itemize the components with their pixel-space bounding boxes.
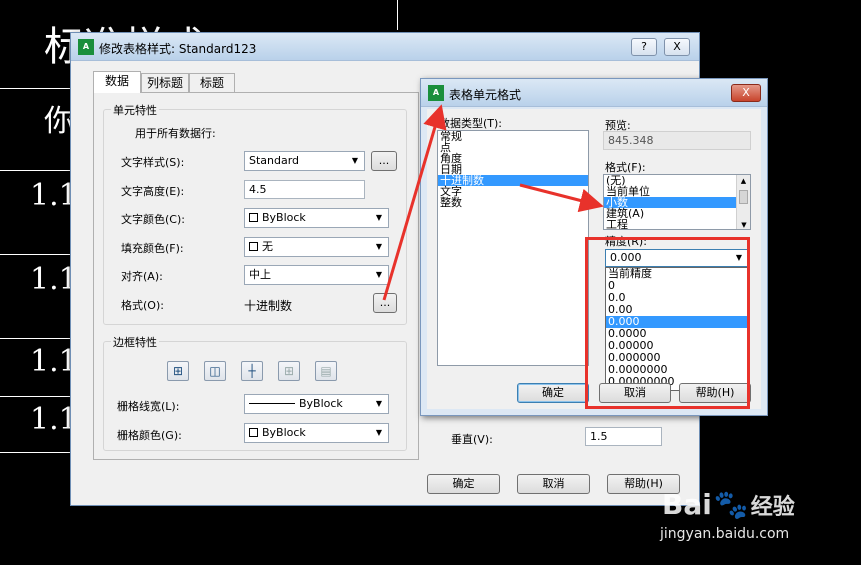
close-title-button[interactable]: X	[731, 84, 761, 102]
fill-color-combo[interactable]: 无 ▼	[244, 237, 389, 257]
text-color-combo[interactable]: ByBlock ▼	[244, 208, 389, 228]
main-titlebar[interactable]: A 修改表格样式: Standard123 ? X	[71, 33, 699, 61]
grid-lineweight-label: 栅格线宽(L):	[117, 400, 180, 413]
watermark-url: jingyan.baidu.com	[660, 526, 790, 542]
format-list[interactable]: (无) 当前单位 小数 建筑(A) 工程 ▲ ▼	[603, 174, 751, 230]
align-value: 中上	[249, 268, 271, 281]
text-height-label: 文字高度(E):	[121, 185, 185, 198]
baidu-jingyan-text: 经验	[750, 495, 795, 520]
format-value: 十进制数	[244, 299, 293, 313]
tab-column-header[interactable]: 列标题	[141, 73, 189, 93]
fill-color-label: 填充颜色(F):	[121, 242, 184, 255]
chevron-down-icon: ▼	[351, 156, 359, 165]
chevron-down-icon: ▼	[375, 213, 383, 222]
chevron-down-icon: ▼	[375, 270, 383, 279]
scroll-up-icon[interactable]: ▲	[737, 175, 750, 187]
text-height-field[interactable]: 4.5	[244, 180, 365, 199]
format-item[interactable]: 工程	[604, 219, 750, 229]
no-borders-icon[interactable]: ⊞	[278, 361, 300, 381]
cancel-button[interactable]: 取消	[517, 474, 590, 494]
scroll-down-icon[interactable]: ▼	[737, 219, 750, 229]
datatype-label: 数据类型(T):	[439, 117, 503, 130]
outside-borders-icon[interactable]: ◫	[204, 361, 226, 381]
format-browse-button[interactable]: ...	[373, 293, 397, 313]
datatype-item[interactable]: 常规	[438, 131, 588, 142]
tab-title[interactable]: 标题	[189, 73, 235, 93]
autocad-app-icon: A	[78, 39, 94, 55]
inside-borders-icon[interactable]: ┼	[241, 361, 263, 381]
chevron-down-icon: ▼	[375, 428, 383, 437]
bottom-border-icon[interactable]: ▤	[315, 361, 337, 381]
annotation-highlight-box	[585, 237, 750, 409]
cell-format-titlebar[interactable]: A 表格单元格式 X	[421, 79, 767, 107]
datatype-list[interactable]: 常规 点 角度 日期 十进制数 文字 整数	[437, 130, 589, 366]
cell-format-ok-button[interactable]: 确定	[517, 383, 589, 403]
preview-field: 845.348	[603, 131, 751, 150]
all-borders-icon[interactable]: ⊞	[167, 361, 189, 381]
text-color-value: ByBlock	[262, 211, 306, 224]
close-title-button[interactable]: X	[664, 38, 690, 56]
text-style-label: 文字样式(S):	[121, 156, 185, 169]
color-swatch-icon	[249, 242, 258, 251]
text-color-label: 文字颜色(C):	[121, 213, 185, 226]
color-swatch-icon	[249, 213, 258, 222]
baidu-brand-text: Bai	[662, 488, 712, 521]
align-combo[interactable]: 中上 ▼	[244, 265, 389, 285]
tab-data[interactable]: 数据	[93, 71, 141, 93]
grid-lineweight-value: ByBlock	[299, 397, 343, 410]
datatype-item[interactable]: 整数	[438, 197, 588, 208]
lineweight-sample-icon	[249, 403, 295, 404]
grid-color-combo[interactable]: ByBlock ▼	[244, 423, 389, 443]
fill-color-value: 无	[262, 240, 273, 253]
main-dialog-title: 修改表格样式: Standard123	[99, 42, 257, 56]
cell-properties-label: 单元特性	[111, 102, 159, 118]
format-label: 格式(O):	[121, 299, 164, 312]
align-label: 对齐(A):	[121, 270, 163, 283]
cad-vline	[397, 0, 398, 30]
scroll-thumb[interactable]	[739, 190, 748, 204]
for-all-rows-label: 用于所有数据行:	[135, 127, 216, 140]
grid-color-value: ByBlock	[262, 426, 306, 439]
grid-lineweight-combo[interactable]: ByBlock ▼	[244, 394, 389, 414]
color-swatch-icon	[249, 428, 258, 437]
text-style-value: Standard	[249, 154, 300, 167]
grid-color-label: 栅格颜色(G):	[117, 429, 182, 442]
chevron-down-icon: ▼	[375, 399, 383, 408]
chevron-down-icon: ▼	[375, 242, 383, 251]
paw-icon: 🐾	[713, 488, 749, 521]
baidu-brand-watermark: Bai🐾经验	[662, 488, 795, 521]
cell-format-title: 表格单元格式	[449, 88, 522, 102]
vertical-margin-field[interactable]: 1.5	[585, 427, 662, 446]
text-style-combo[interactable]: Standard ▼	[244, 151, 365, 171]
help-title-button[interactable]: ?	[631, 38, 657, 56]
ok-button[interactable]: 确定	[427, 474, 500, 494]
border-properties-label: 边框特性	[111, 334, 159, 350]
format-list-scrollbar[interactable]: ▲ ▼	[736, 175, 750, 229]
autocad-app-icon: A	[428, 85, 444, 101]
vertical-margin-label: 垂直(V):	[451, 433, 493, 446]
text-style-browse-button[interactable]: ...	[371, 151, 397, 171]
format-label: 格式(F):	[605, 161, 646, 174]
